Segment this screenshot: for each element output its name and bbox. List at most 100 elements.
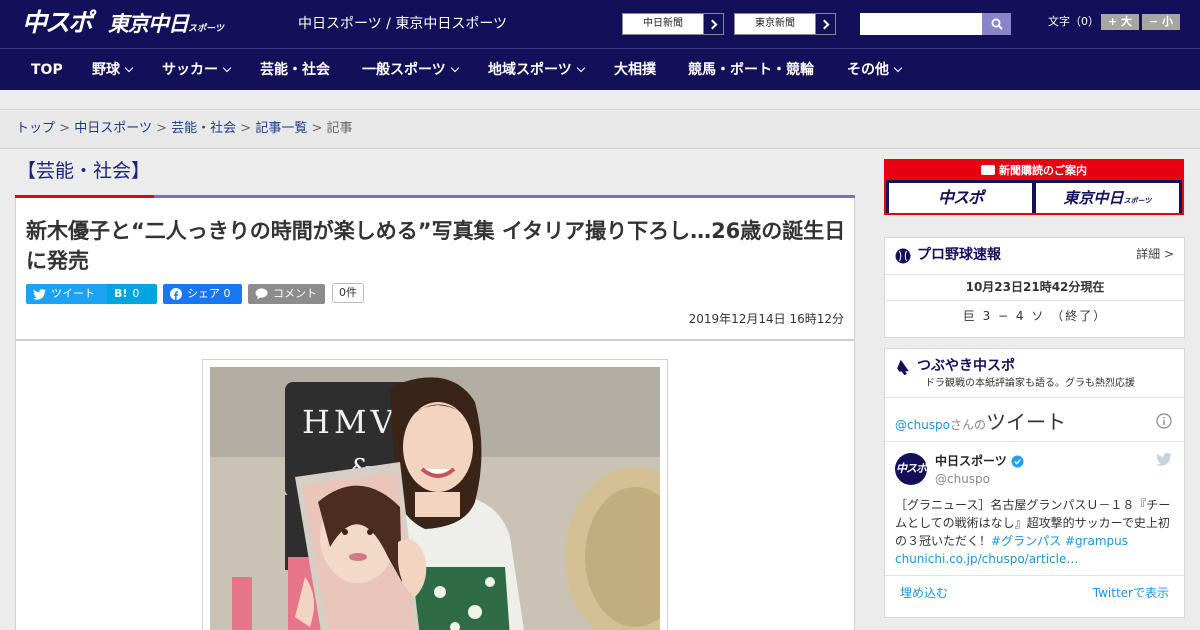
nav-label: 競馬・ボート・競輪 xyxy=(688,62,814,78)
chevron-down-icon xyxy=(124,63,134,73)
hatena-b-icon: B! xyxy=(114,287,128,300)
twitter-widget-subtitle: ドラ観戦の本紙評論家も語る。グラも熱烈応援 xyxy=(925,378,1135,389)
twitter-widget: つぶやき中スポ ドラ観戦の本紙評論家も語る。グラも熱烈応援 @chuspoさんの… xyxy=(884,348,1185,618)
timeline-mid: さんの xyxy=(950,418,987,432)
comment-label: コメント xyxy=(273,287,317,300)
nav-baseball[interactable]: 野球 xyxy=(92,49,134,91)
nav-label: 一般スポーツ xyxy=(362,62,446,78)
tweet-button[interactable]: ツイート xyxy=(26,284,111,304)
main-nav: TOP 野球 サッカー 芸能・社会 一般スポーツ 地域スポーツ 大相撲 競馬・ボ… xyxy=(0,48,1200,90)
article-title: 新木優子と“二人っきりの時間が楽しめる”写真集 イタリア撮り下ろし…26歳の誕生… xyxy=(26,219,846,273)
site-header: 中スポ 東京中日スポーツ 中日スポーツ / 東京中日スポーツ 中日新聞 東京新聞… xyxy=(0,0,1200,48)
tokyo-shimbun-label: 東京新聞 xyxy=(755,18,795,29)
search-button[interactable] xyxy=(982,13,1011,35)
chevron-down-icon xyxy=(450,63,459,73)
breadcrumb-separator: > xyxy=(156,121,167,136)
baseball-icon xyxy=(895,248,911,264)
timeline-header[interactable]: @chuspoさんのツイート xyxy=(895,409,1066,438)
font-size-up-button[interactable]: + 大 xyxy=(1101,14,1139,30)
timeline-handle: @chuspo xyxy=(895,418,951,432)
top-spacer xyxy=(0,90,1200,110)
baseball-score[interactable]: 巨 3 − 4 ソ （終了） xyxy=(885,308,1185,324)
tweet-author-handle[interactable]: @chuspo xyxy=(935,471,990,487)
facebook-share-button[interactable]: シェア 0 xyxy=(163,284,242,304)
baseball-score-widget: プロ野球速報 詳細 > 10月23日21時42分現在 巨 3 − 4 ソ （終了… xyxy=(884,237,1185,338)
nav-other[interactable]: その他 xyxy=(847,49,903,91)
timeline-word: ツイート xyxy=(986,410,1067,434)
baseball-update-time: 10月23日21時42分現在 xyxy=(965,280,1105,294)
tweet-author-name[interactable]: 中日スポーツ xyxy=(935,453,1024,469)
nav-label: その他 xyxy=(847,62,889,78)
photo-frame: HMV & B xyxy=(202,359,668,630)
subscription-banner[interactable]: 新聞購読のご案内 中スポ 東京中日スポーツ xyxy=(884,159,1184,215)
twitter-bird-icon[interactable] xyxy=(1156,453,1172,466)
chunichi-shimbun-link[interactable]: 中日新聞 xyxy=(622,13,724,35)
nav-label: TOP xyxy=(31,62,63,78)
subscription-tokyo-chunichi[interactable]: 東京中日スポーツ xyxy=(1036,183,1179,213)
article-photo[interactable]: HMV & B xyxy=(210,367,660,630)
nav-label: 地域スポーツ xyxy=(488,62,572,78)
tweet-link[interactable]: chunichi.co.jp/chuspo/article… xyxy=(895,552,1078,566)
article-photo-area: HMV & B xyxy=(15,340,855,630)
article-header: 新木優子と“二人っきりの時間が楽しめる”写真集 イタリア撮り下ろし…26歳の誕生… xyxy=(15,198,855,340)
tweet-label: ツイート xyxy=(51,287,95,300)
comment-count: 0件 xyxy=(332,283,364,303)
nav-label: 野球 xyxy=(92,62,120,78)
chevron-down-icon xyxy=(222,63,232,73)
nav-keiba[interactable]: 競馬・ボート・競輪 xyxy=(688,49,814,91)
site-name: 中日スポーツ / 東京中日スポーツ xyxy=(298,16,508,32)
chevron-down-icon xyxy=(576,63,585,73)
tokyo-chunichi-logo-text: 東京中日 xyxy=(108,11,189,36)
subscription-title-text: 新聞購読のご案内 xyxy=(999,164,1087,177)
breadcrumb-separator: > xyxy=(240,121,252,136)
info-icon[interactable] xyxy=(1156,413,1172,429)
nav-label: 大相撲 xyxy=(614,62,656,78)
newspaper-icon xyxy=(981,165,995,175)
tokyo-chunichi-logo[interactable]: 東京中日スポーツ xyxy=(108,10,224,43)
category-heading: 【芸能・社会】 xyxy=(17,160,151,182)
hatena-bookmark-button[interactable]: B! 0 xyxy=(107,284,157,304)
nav-sumo[interactable]: 大相撲 xyxy=(614,49,656,91)
chuspo-logo[interactable]: 中スポ xyxy=(22,7,93,39)
breadcrumb-top[interactable]: トップ xyxy=(16,121,55,136)
facebook-icon xyxy=(170,288,182,300)
subscription-tokyo-chunichi-small: スポーツ xyxy=(1123,196,1152,205)
hatena-count: 0 xyxy=(132,287,140,300)
breadcrumb: トップ > 中日スポーツ > 芸能・社会 > 記事一覧 > 記事 xyxy=(0,111,1200,149)
publish-date: 2019年12月14日 16時12分 xyxy=(688,312,844,326)
subscription-chuspo[interactable]: 中スポ xyxy=(889,183,1032,213)
breadcrumb-separator: > xyxy=(59,121,71,136)
chevron-down-icon xyxy=(893,63,903,73)
breadcrumb-article-list[interactable]: 記事一覧 xyxy=(255,121,307,136)
breadcrumb-chuspo[interactable]: 中日スポーツ xyxy=(74,121,152,136)
baseball-detail-link[interactable]: 詳細 > xyxy=(1136,246,1174,262)
svg-text:HMV: HMV xyxy=(302,403,398,441)
embed-link[interactable]: 埋め込む xyxy=(900,585,948,601)
font-size-down-button[interactable]: − 小 xyxy=(1142,14,1180,30)
nav-soccer[interactable]: サッカー xyxy=(162,49,232,91)
facebook-share-label: シェア 0 xyxy=(187,287,231,300)
megaphone-icon xyxy=(897,359,909,375)
view-on-twitter-link[interactable]: Twitterで表示 xyxy=(1093,585,1169,601)
speech-bubble-icon xyxy=(255,288,268,300)
tweet-hashtags[interactable]: #グランパス #grampus xyxy=(991,534,1128,548)
nav-entertainment[interactable]: 芸能・社会 xyxy=(260,49,330,91)
tokyo-shimbun-link[interactable]: 東京新聞 xyxy=(734,13,836,35)
nav-label: 芸能・社会 xyxy=(260,62,330,78)
chevron-right-icon xyxy=(815,14,835,34)
tweet-author-name-text: 中日スポーツ xyxy=(935,454,1007,468)
comment-button[interactable]: コメント xyxy=(248,284,325,304)
search-input[interactable] xyxy=(860,13,982,35)
font-size-label: 文字（0） xyxy=(1048,15,1099,28)
baseball-title: プロ野球速報 xyxy=(917,247,1001,263)
avatar[interactable]: 中スポ xyxy=(895,453,927,485)
tweet-body: ［グラニュース］名古屋グランパスＵ－１８『チームとしての戦術はなし』超攻撃的サッ… xyxy=(895,496,1177,568)
twitter-widget-title: つぶやき中スポ xyxy=(917,358,1015,374)
nav-top[interactable]: TOP xyxy=(31,49,63,91)
chunichi-shimbun-label: 中日新聞 xyxy=(643,18,683,29)
search-icon xyxy=(991,18,1003,30)
twitter-bird-icon xyxy=(33,288,46,300)
breadcrumb-entertainment[interactable]: 芸能・社会 xyxy=(171,121,236,136)
nav-general-sports[interactable]: 一般スポーツ xyxy=(362,49,459,91)
nav-regional-sports[interactable]: 地域スポーツ xyxy=(488,49,585,91)
